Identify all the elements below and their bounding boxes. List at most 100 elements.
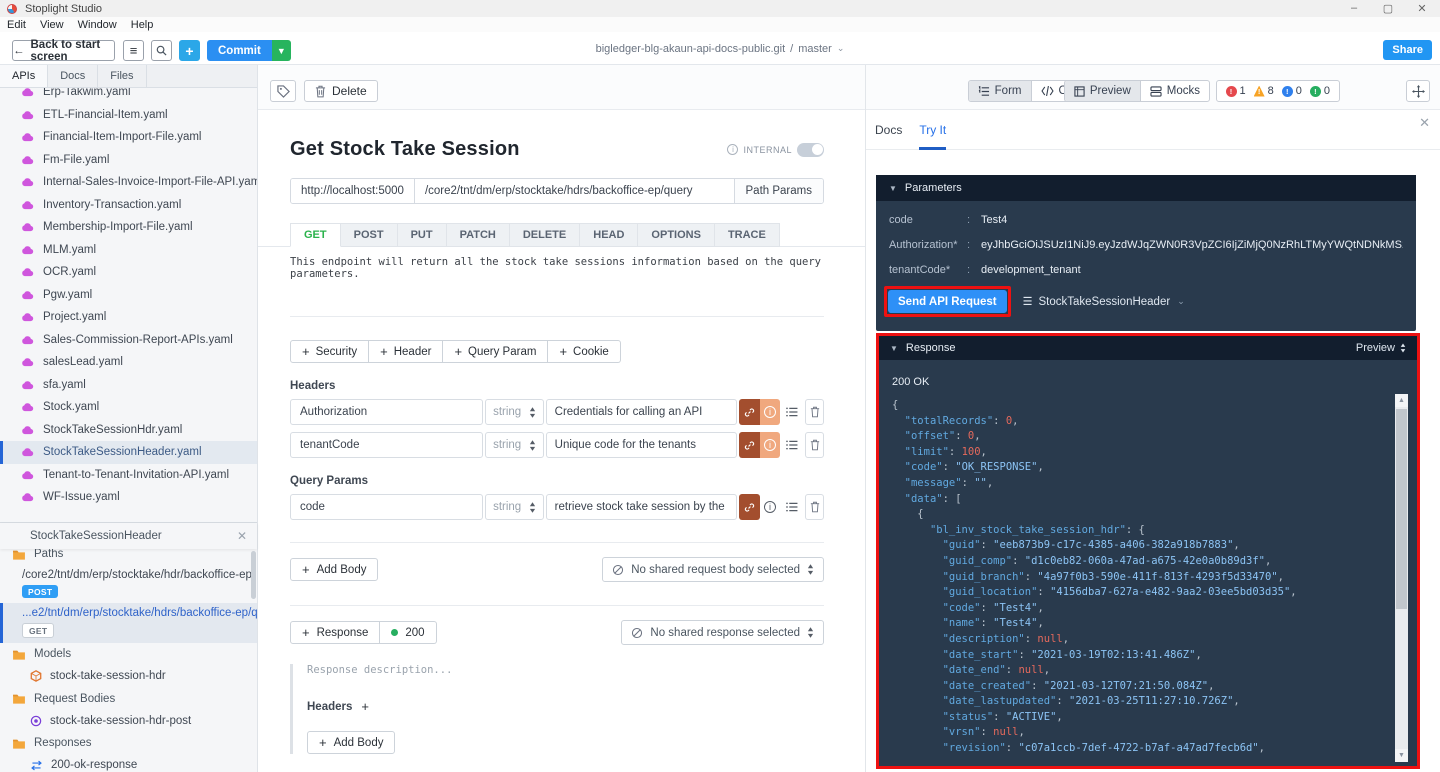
list-options-icon[interactable]: [784, 399, 799, 425]
tree-item-model[interactable]: stock-take-session-hdr: [0, 665, 257, 688]
param-name-input[interactable]: [291, 406, 483, 418]
menu-window[interactable]: Window: [78, 19, 117, 31]
method-tab-patch[interactable]: PATCH: [446, 223, 510, 247]
trash-icon[interactable]: [805, 432, 825, 458]
file-item[interactable]: OCR.yaml: [0, 261, 257, 284]
file-item[interactable]: MLM.yaml: [0, 239, 257, 262]
menu-help[interactable]: Help: [131, 19, 154, 31]
param-name-input[interactable]: [291, 439, 483, 451]
file-item[interactable]: Membership-Import-File.yaml: [0, 216, 257, 239]
info-icon[interactable]: i: [759, 432, 781, 458]
file-item[interactable]: salesLead.yaml: [0, 351, 257, 374]
file-item[interactable]: Financial-Item-Import-File.yaml: [0, 126, 257, 149]
path-params-button[interactable]: Path Params: [733, 179, 823, 203]
response-header[interactable]: ▼ Response Preview: [879, 336, 1417, 360]
param-description-input[interactable]: [546, 501, 736, 513]
example-selector[interactable]: ☰ StockTakeSessionHeader ⌄: [1023, 295, 1185, 309]
method-tab-options[interactable]: OPTIONS: [638, 223, 715, 247]
commit-button[interactable]: Commit: [207, 40, 272, 61]
info-icon[interactable]: i: [759, 399, 781, 425]
back-to-start-button[interactable]: ← Back to start screen: [12, 39, 115, 63]
file-item[interactable]: Sales-Commission-Report-APIs.yaml: [0, 329, 257, 352]
method-tab-delete[interactable]: DELETE: [509, 223, 581, 247]
link-icon[interactable]: [738, 399, 760, 425]
param-value[interactable]: development_tenant: [981, 264, 1081, 276]
menu-edit[interactable]: Edit: [7, 19, 26, 31]
add-security-button[interactable]: + Security: [290, 340, 370, 363]
method-tab-get[interactable]: GET: [290, 223, 341, 247]
file-item[interactable]: Erp-Takwim.yaml: [0, 88, 257, 104]
new-file-button[interactable]: +: [179, 40, 200, 61]
close-icon[interactable]: ✕: [1419, 115, 1430, 131]
commit-dropdown-button[interactable]: ▼: [271, 40, 291, 61]
delete-button[interactable]: Delete: [304, 80, 378, 102]
method-tab-put[interactable]: PUT: [397, 223, 447, 247]
scroll-down-icon[interactable]: ▼: [1395, 749, 1408, 762]
outline-scrollbar-thumb[interactable]: [251, 551, 256, 599]
file-item[interactable]: Internal-Sales-Invoice-Import-File-API.y…: [0, 171, 257, 194]
param-type-select[interactable]: string: [485, 399, 544, 425]
menu-view[interactable]: View: [40, 19, 64, 31]
param-type-select[interactable]: string: [485, 494, 544, 520]
file-item[interactable]: Pgw.yaml: [0, 284, 257, 307]
path-input[interactable]: [414, 179, 734, 203]
add-response-header-button[interactable]: +: [361, 699, 369, 714]
scroll-up-icon[interactable]: ▲: [1395, 394, 1408, 407]
search-icon[interactable]: [151, 40, 172, 61]
scrollbar-thumb[interactable]: [1396, 409, 1407, 609]
list-options-icon[interactable]: [784, 494, 799, 520]
file-item[interactable]: Project.yaml: [0, 306, 257, 329]
tree-folder[interactable]: Responses: [0, 732, 257, 754]
add-body-button[interactable]: + Add Body: [290, 558, 379, 581]
minimize-icon[interactable]: –: [1348, 2, 1360, 15]
response-add-body-button[interactable]: + Add Body: [307, 731, 396, 754]
param-name-input[interactable]: [291, 501, 483, 513]
method-tab-head[interactable]: HEAD: [580, 223, 639, 247]
file-item[interactable]: StockTakeSessionHeader.yaml: [0, 441, 257, 464]
shared-response-select[interactable]: No shared response selected: [621, 620, 824, 645]
add-cookie-button[interactable]: + Cookie: [548, 340, 621, 363]
sidebar-tab-apis[interactable]: APIs: [0, 65, 49, 87]
operation-description[interactable]: This endpoint will return all the stock …: [290, 256, 824, 280]
param-value[interactable]: eyJhbGciOiJSUzI1NiJ9.eyJzdWJqZWN0R3VpZCI…: [981, 239, 1403, 251]
tree-item-response[interactable]: 200-ok-response: [0, 754, 257, 772]
tree-folder[interactable]: Models: [0, 643, 257, 665]
param-description-input[interactable]: [546, 439, 736, 451]
branch-name[interactable]: master: [798, 43, 832, 55]
file-item[interactable]: WF-Issue.yaml: [0, 486, 257, 509]
method-tab-post[interactable]: POST: [340, 223, 398, 247]
add-response-button[interactable]: + Response: [290, 621, 381, 644]
file-item[interactable]: Tenant-to-Tenant-Invitation-API.yaml: [0, 464, 257, 487]
file-item[interactable]: ETL-Financial-Item.yaml: [0, 104, 257, 127]
internal-toggle[interactable]: [797, 142, 824, 157]
file-item[interactable]: sfa.yaml: [0, 374, 257, 397]
trash-icon[interactable]: [805, 399, 825, 425]
param-description-input[interactable]: [546, 406, 736, 418]
tree-folder[interactable]: Request Bodies: [0, 688, 257, 710]
param-value[interactable]: Test4: [981, 214, 1007, 226]
close-icon[interactable]: ✕: [1416, 2, 1428, 15]
tag-button[interactable]: [270, 80, 296, 102]
tree-path-item[interactable]: ...e2/tnt/dm/erp/stocktake/hdrs/backoffi…: [0, 603, 257, 643]
sidebar-tab-files[interactable]: Files: [98, 65, 147, 87]
add-header-button[interactable]: + Header: [369, 340, 444, 363]
add-query-param-button[interactable]: + Query Param: [443, 340, 549, 363]
maximize-icon[interactable]: ▢: [1382, 2, 1394, 15]
sidebar-tab-docs[interactable]: Docs: [48, 65, 99, 87]
file-item[interactable]: Fm-File.yaml: [0, 149, 257, 172]
link-icon[interactable]: [738, 494, 760, 520]
trash-icon[interactable]: [805, 494, 825, 520]
share-button[interactable]: Share: [1383, 40, 1432, 60]
preview-toggle-button[interactable]: Preview: [1064, 81, 1140, 101]
file-item[interactable]: StockTakeSessionHdr.yaml: [0, 419, 257, 442]
tab-docs[interactable]: Docs: [875, 110, 902, 150]
list-options-icon[interactable]: [784, 432, 799, 458]
tab-try-it[interactable]: Try It: [919, 110, 946, 150]
form-toggle-button[interactable]: Form: [968, 81, 1031, 101]
response-200-tab[interactable]: 200: [380, 621, 437, 644]
response-description-input[interactable]: Response description...: [307, 664, 824, 676]
method-tab-trace[interactable]: TRACE: [714, 223, 780, 247]
response-mode-select[interactable]: Preview: [1356, 342, 1406, 354]
shared-request-body-select[interactable]: No shared request body selected: [602, 557, 824, 582]
diagnostics-badges[interactable]: ! 1 ! 8 ! 0 ! 0: [1215, 80, 1340, 102]
